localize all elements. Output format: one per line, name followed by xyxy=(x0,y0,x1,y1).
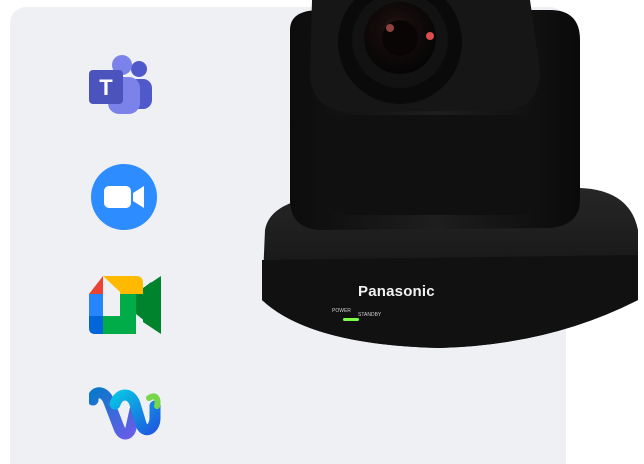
webex-icon xyxy=(89,387,161,440)
product-showcase: T Panasonic POWER STANDBY xyxy=(0,0,644,464)
camera-brand: Panasonic xyxy=(358,283,435,300)
ptz-camera: Panasonic POWER STANDBY xyxy=(262,0,638,348)
yoke-inner xyxy=(325,115,540,215)
camera-base-front xyxy=(262,255,638,348)
power-label: POWER xyxy=(332,308,351,314)
google-meet-icon xyxy=(89,276,161,334)
svg-text:T: T xyxy=(99,75,113,100)
teams-icon: T xyxy=(89,55,152,114)
standby-label: STANDBY xyxy=(358,312,382,318)
power-led xyxy=(343,318,359,321)
zoom-icon xyxy=(91,164,157,230)
